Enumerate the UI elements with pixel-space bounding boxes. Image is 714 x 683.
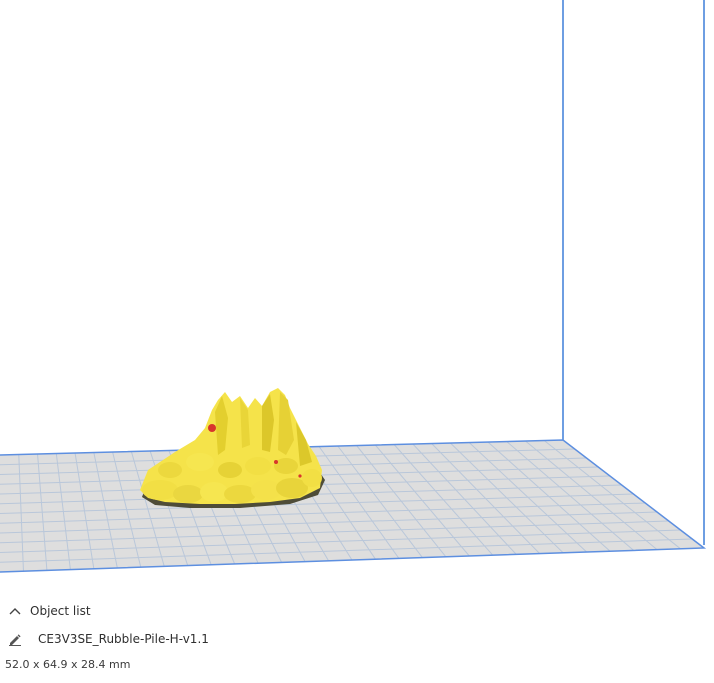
3d-viewport[interactable] — [0, 0, 714, 600]
object-dimensions: 52.0 x 64.9 x 28.4 mm — [5, 658, 131, 671]
rubble-pile-model[interactable] — [140, 388, 325, 508]
pencil-icon[interactable] — [0, 629, 30, 649]
build-volume-scene — [0, 0, 707, 573]
object-list-item[interactable]: CE3V3SE_Rubble-Pile-H-v1.1 — [0, 629, 209, 649]
object-list-header[interactable]: Object list — [0, 601, 91, 621]
object-list-title: Object list — [30, 604, 91, 618]
object-list-panel: Object list CE3V3SE_Rubble-Pile-H-v1.1 5… — [0, 595, 714, 683]
chevron-up-icon[interactable] — [0, 601, 30, 621]
object-name: CE3V3SE_Rubble-Pile-H-v1.1 — [38, 632, 209, 646]
